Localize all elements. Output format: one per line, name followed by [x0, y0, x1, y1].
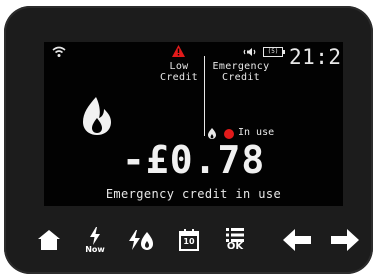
- credit-level-marker: [204, 56, 205, 136]
- home-button[interactable]: [30, 216, 68, 264]
- wifi-icon: [52, 46, 66, 57]
- calendar-icon: 10: [179, 229, 199, 251]
- electricity-gas-button[interactable]: [122, 216, 160, 264]
- arrow-right-icon: [331, 229, 359, 251]
- warning-triangle-icon: [172, 45, 185, 57]
- electricity-gas-icon: [129, 230, 153, 250]
- low-credit-label: Low Credit: [154, 61, 204, 83]
- forward-arrow-button[interactable]: [326, 216, 364, 264]
- menu-list-icon: [226, 228, 244, 242]
- speaker-icon: [243, 48, 256, 56]
- arrow-left-icon: [283, 229, 311, 251]
- emergency-credit-line1: Emergency: [212, 61, 270, 72]
- calendar-day-number: 10: [183, 237, 195, 246]
- low-credit-line1: Low: [169, 61, 189, 72]
- credit-balance: -£0.78: [122, 138, 266, 182]
- low-credit-line2: Credit: [160, 72, 198, 83]
- home-icon: [38, 230, 60, 250]
- clock-display: 21:23: [289, 45, 343, 69]
- back-arrow-button[interactable]: [278, 216, 316, 264]
- now-button[interactable]: Now: [76, 216, 114, 264]
- menu-ok-button[interactable]: OK: [216, 216, 254, 264]
- battery-icon: (5): [263, 47, 285, 57]
- calendar-button[interactable]: 10: [170, 216, 208, 264]
- emergency-credit-line2: Credit: [222, 72, 260, 83]
- lightning-icon: [90, 226, 100, 245]
- meter-display-device: Low Credit Emergency Credit (5) 21:23 In…: [4, 6, 373, 274]
- emergency-credit-label: Emergency Credit: [206, 61, 276, 83]
- status-message: Emergency credit in use: [105, 187, 282, 201]
- now-label: Now: [85, 244, 105, 254]
- lcd-screen: Low Credit Emergency Credit (5) 21:23 In…: [44, 42, 343, 206]
- ok-label: OK: [226, 241, 244, 252]
- gas-flame-icon: [83, 97, 111, 135]
